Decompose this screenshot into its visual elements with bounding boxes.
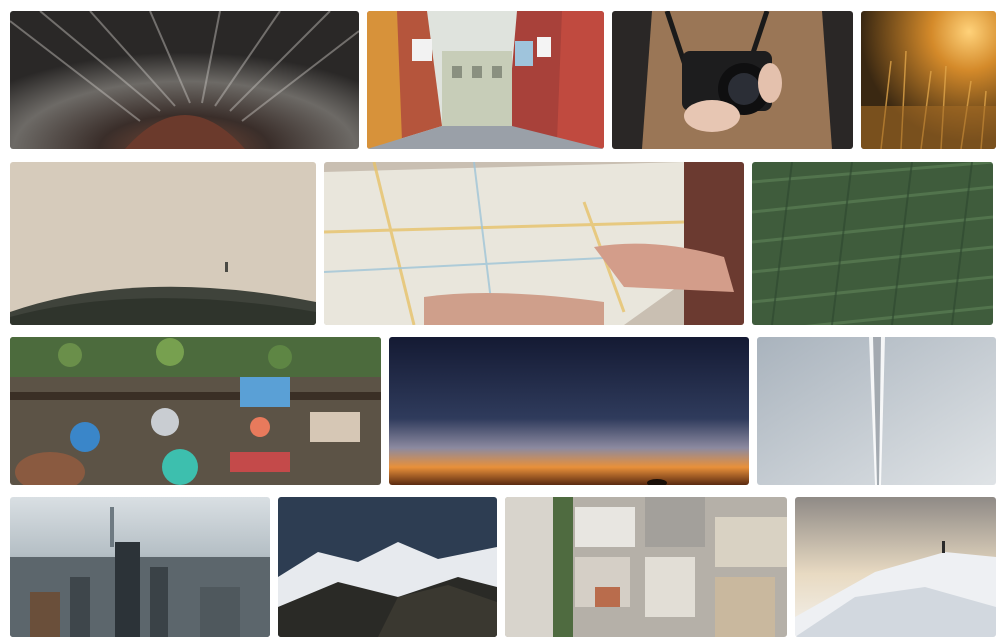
floating-market-image bbox=[10, 337, 381, 485]
camera-image bbox=[612, 11, 853, 149]
photo-snowy-mountains[interactable] bbox=[278, 497, 497, 637]
photo-city-skyline[interactable] bbox=[10, 497, 270, 637]
photo-street[interactable] bbox=[367, 11, 604, 149]
photo-tunnel[interactable] bbox=[10, 11, 359, 149]
street-image bbox=[367, 11, 604, 149]
photo-map[interactable] bbox=[324, 162, 744, 325]
photo-snowy-peak-hiker[interactable] bbox=[795, 497, 996, 637]
photo-mist-column[interactable] bbox=[757, 337, 996, 485]
photo-golden-grass[interactable] bbox=[861, 11, 996, 149]
tunnel-image bbox=[10, 11, 359, 149]
snowy-peak-hiker-image bbox=[795, 497, 996, 637]
photo-twilight[interactable] bbox=[389, 337, 749, 485]
city-rooftops-image bbox=[505, 497, 787, 637]
photo-camera[interactable] bbox=[612, 11, 853, 149]
golden-grass-image bbox=[861, 11, 996, 149]
map-image bbox=[324, 162, 744, 325]
photo-gallery bbox=[0, 0, 1003, 643]
photo-foggy-hill[interactable] bbox=[10, 162, 316, 325]
photo-floating-market[interactable] bbox=[10, 337, 381, 485]
photo-city-rooftops[interactable] bbox=[505, 497, 787, 637]
foggy-hill-image bbox=[10, 162, 316, 325]
crop-field-image bbox=[752, 162, 993, 325]
snowy-mountains-image bbox=[278, 497, 497, 637]
photo-crop-field[interactable] bbox=[752, 162, 993, 325]
twilight-image bbox=[389, 337, 749, 485]
city-skyline-image bbox=[10, 497, 270, 637]
mist-column-image bbox=[757, 337, 996, 485]
